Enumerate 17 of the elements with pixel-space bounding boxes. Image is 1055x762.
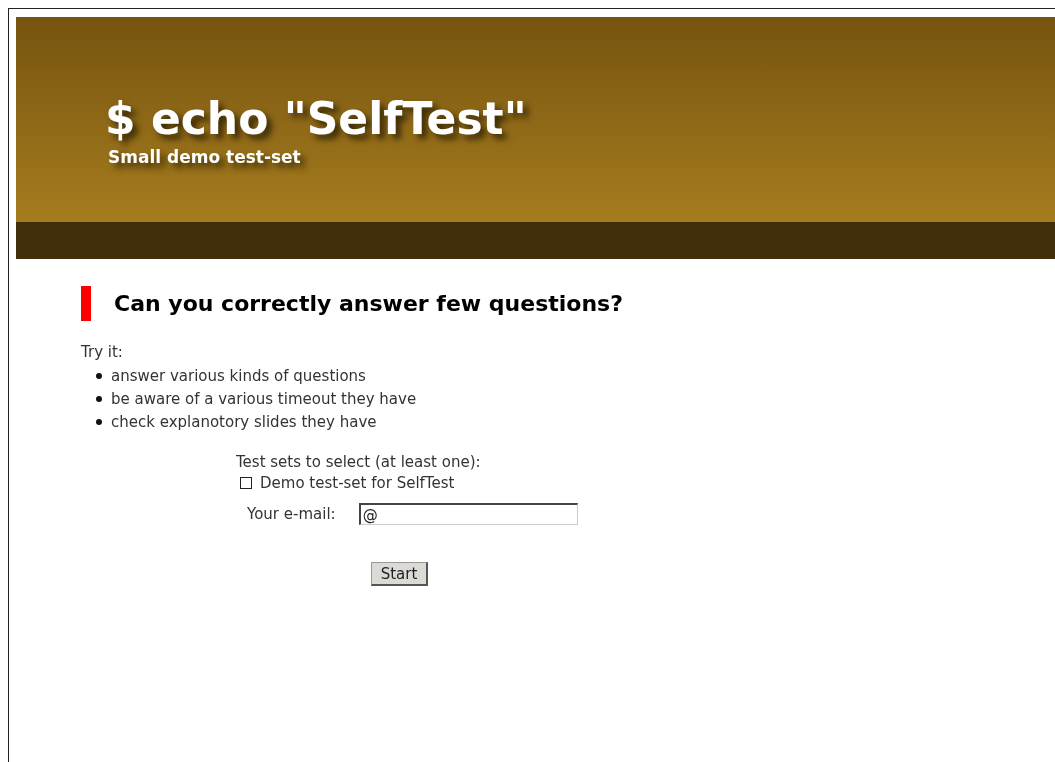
bullet-icon — [96, 395, 102, 402]
site-subtitle: Small demo test-set — [108, 147, 301, 167]
form-label: Test sets to select (at least one): — [236, 453, 481, 471]
page-heading: Can you correctly answer few questions? — [114, 291, 623, 316]
list-item: answer various kinds of questions — [111, 366, 366, 385]
list-item: check explanotory slides they have — [111, 412, 377, 431]
checkbox-label: Demo test-set for SelfTest — [260, 474, 455, 492]
site-title: $ echo "SelfTest" — [105, 93, 527, 145]
intro-text: Try it: — [81, 343, 123, 361]
list-item: be aware of a various timeout they have — [111, 389, 417, 408]
start-button[interactable]: Start — [371, 562, 428, 586]
bullet-icon — [96, 418, 102, 425]
email-label: Your e-mail: — [247, 505, 336, 523]
bullet-icon — [96, 372, 102, 379]
checkbox[interactable] — [240, 477, 252, 489]
email-field[interactable]: @ — [358, 503, 578, 525]
heading-marker — [81, 286, 91, 321]
